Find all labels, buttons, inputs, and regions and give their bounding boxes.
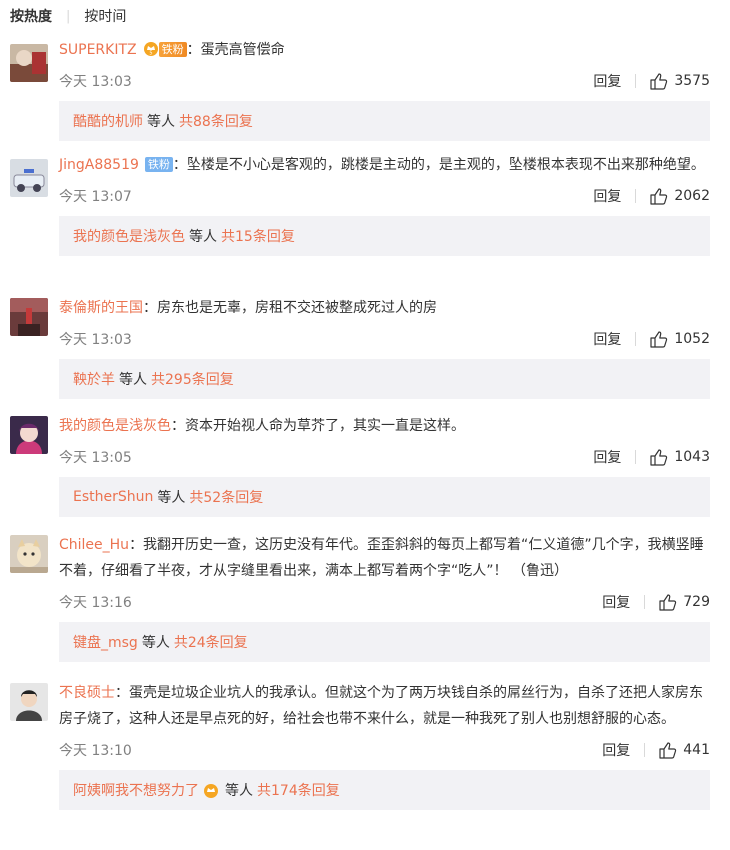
sub-reply-bar[interactable]: EstherShun 等人 共52条回复 [59,477,710,517]
sub-reply-bar[interactable]: 阿姨啊我不想努力了 等人 共174条回复 [59,770,710,810]
sub-reply-text: 等人 [225,783,253,799]
thumbs-up-icon [650,448,668,466]
sub-reply-count[interactable]: 共174条回复 [257,780,340,800]
comment-time: 今天 13:10 [59,743,132,759]
like-count: 1043 [674,449,710,465]
like-count: 3575 [674,73,710,89]
sub-reply-bar[interactable]: 我的颜色是浅灰色 等人 共15条回复 [59,216,710,256]
comment-item: SUPERKITZ 5 铁粉 ：蛋壳高管偿命 今天 13:03 回复 3575 酷酷的… [0,34,730,141]
like-button[interactable]: 729 [659,593,710,611]
comment-username[interactable]: SUPERKITZ [59,42,137,58]
action-divider [635,189,637,203]
reply-button[interactable]: 回复 [593,329,621,349]
like-button[interactable]: 1043 [650,448,710,466]
reply-button[interactable]: 回复 [602,592,630,612]
sub-reply-text: 等人 [147,114,175,130]
thumbs-up-icon [650,72,668,90]
like-button[interactable]: 3575 [650,72,710,90]
sort-divider: | [66,8,71,24]
sub-reply-text: 等人 [141,635,170,651]
avatar[interactable] [10,535,48,573]
thumbs-up-icon [659,593,677,611]
sub-reply-count[interactable]: 共15条回复 [221,226,295,246]
comment-username[interactable]: JingA88519 [59,157,139,173]
comment-username[interactable]: Chilee_Hu [59,537,129,553]
comment-time: 今天 13:07 [59,189,132,205]
action-divider [635,332,637,346]
sub-reply-count[interactable]: 共52条回复 [189,487,263,507]
like-count: 1052 [674,331,710,347]
thumbs-up-icon [659,741,677,759]
sort-by-time[interactable]: 按时间 [84,6,126,26]
like-button[interactable]: 441 [659,741,710,759]
comment-item: 泰倫斯的王国：房东也是无辜，房租不交还被整成死过人的房 今天 13:03 回复 … [0,295,730,405]
fan-badge: 铁粉 [144,157,173,172]
like-button[interactable]: 2062 [650,187,710,205]
reply-button[interactable]: 回复 [593,71,621,91]
action-divider [644,743,646,757]
sub-reply-bar[interactable]: 鞅於羊 等人 共295条回复 [59,359,710,399]
sub-reply-count[interactable]: 共24条回复 [174,632,248,652]
sub-reply-user[interactable]: 鞅於羊 [73,369,115,389]
thumbs-up-icon [650,330,668,348]
sub-reply-user[interactable]: 键盘_msg [73,632,138,652]
reply-button[interactable]: 回复 [602,740,630,760]
sub-reply-text: 等人 [119,372,147,388]
like-count: 729 [683,594,710,610]
avatar[interactable] [10,298,48,336]
comment-text: ：蛋壳是垃圾企业坑人的我承认。但就这个为了两万块钱自杀的屌丝行为，自杀了还把人家… [59,685,703,727]
sub-reply-text: 等人 [157,490,186,506]
comment-time: 今天 13:03 [59,332,132,348]
comment-text: ：蛋壳高管偿命 [186,42,285,58]
sub-reply-bar[interactable]: 酷酷的机师 等人 共88条回复 [59,101,710,141]
sub-reply-user[interactable]: 阿姨啊我不想努力了 [73,780,199,800]
comment-time: 今天 13:05 [59,450,132,466]
comment-text: ：房东也是无辜，房租不交还被整成死过人的房 [143,300,437,316]
comment-meta: 今天 13:10 回复 441 [59,732,710,768]
comment-text: ：资本开始视人命为草芥了，其实一直是这样。 [171,418,465,434]
sort-bar: 按热度 | 按时间 [0,0,730,32]
avatar[interactable] [10,44,48,82]
comment-text: ：我翻开历史一查，这历史没有年代。歪歪斜斜的每页上都写着“仁义道德”几个字，我横… [59,537,704,579]
avatar[interactable] [10,159,48,197]
comment-item: 我的颜色是浅灰色：资本开始视人命为草芥了，其实一直是这样。 今天 13:05 回… [0,413,730,523]
sub-reply-user[interactable]: 我的颜色是浅灰色 [73,226,185,246]
action-divider [644,595,646,609]
avatar[interactable] [10,683,48,721]
sub-reply-user[interactable]: EstherShun [73,489,153,505]
action-divider [635,74,637,88]
comment-text: ：坠楼是不小心是客观的，跳楼是主动的，是主观的，坠楼根本表现不出来那种绝望。 [172,157,705,173]
sub-reply-count[interactable]: 共88条回复 [179,111,253,131]
comment-meta: 今天 13:05 回复 1043 [59,439,710,475]
like-count: 2062 [674,188,710,204]
comment-meta: 今天 13:16 回复 729 [59,584,710,620]
sub-reply-bar[interactable]: 键盘_msg 等人 共24条回复 [59,622,710,662]
action-divider [635,450,637,464]
sub-reply-user[interactable]: 酷酷的机师 [73,111,143,131]
avatar[interactable] [10,416,48,454]
svg-text:5: 5 [149,51,152,57]
crown-badge-icon [203,783,219,798]
comment-item: Chilee_Hu：我翻开历史一查，这历史没有年代。歪歪斜斜的每页上都写着“仁义… [0,532,730,672]
reply-button[interactable]: 回复 [593,447,621,467]
crown-badge-icon: 5 [143,39,159,57]
sub-reply-count[interactable]: 共295条回复 [151,369,234,389]
comment-item: JingA88519 铁粉 ：坠楼是不小心是客观的，跳楼是主动的，是主观的，坠楼根本… [0,147,730,292]
comment-username[interactable]: 我的颜色是浅灰色 [59,418,171,434]
sub-reply-text: 等人 [189,229,217,245]
comment-meta: 今天 13:03 回复 3575 [59,63,710,99]
reply-button[interactable]: 回复 [593,186,621,206]
comment-username[interactable]: 不良硕士 [59,685,115,701]
comment-item: 不良硕士：蛋壳是垃圾企业坑人的我承认。但就这个为了两万块钱自杀的屌丝行为，自杀了… [0,680,730,850]
comment-username[interactable]: 泰倫斯的王国 [59,300,143,316]
like-button[interactable]: 1052 [650,330,710,348]
comment-meta: 今天 13:07 回复 2062 [59,178,710,214]
comment-meta: 今天 13:03 回复 1052 [59,321,710,357]
fan-badge: 铁粉 [158,42,187,57]
like-count: 441 [683,742,710,758]
comment-time: 今天 13:16 [59,595,132,611]
comment-time: 今天 13:03 [59,74,132,90]
thumbs-up-icon [650,187,668,205]
sort-by-hot[interactable]: 按热度 [10,6,52,26]
